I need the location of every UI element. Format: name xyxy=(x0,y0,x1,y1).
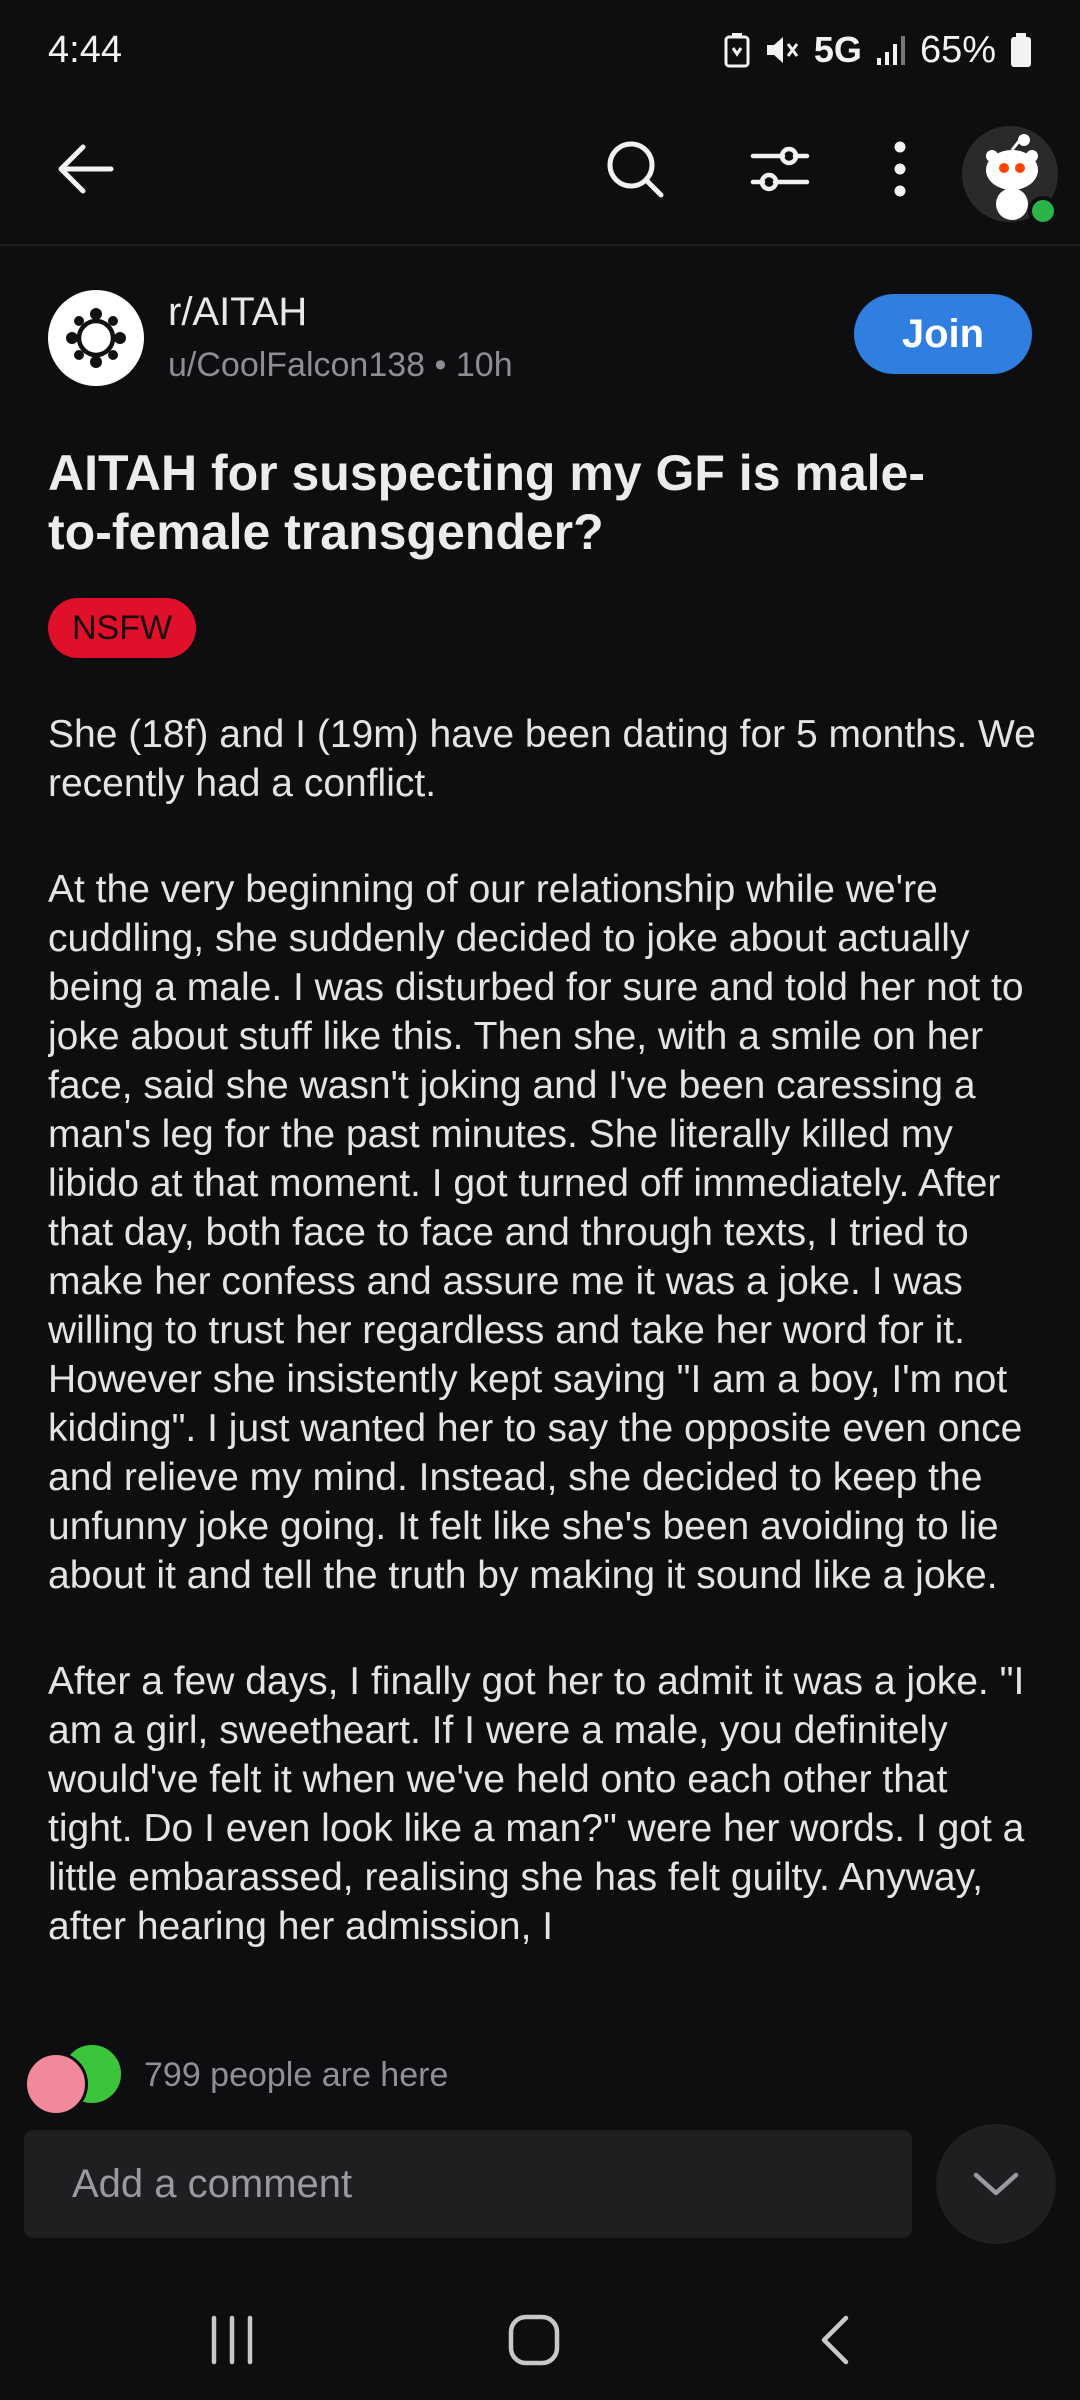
online-status-dot xyxy=(1028,196,1058,226)
chevron-left-icon xyxy=(821,2315,849,2365)
presence-count: 799 people are here xyxy=(144,2056,449,2094)
mute-icon xyxy=(764,33,800,67)
home-icon xyxy=(508,2314,560,2366)
chevron-down-icon xyxy=(973,2172,1019,2196)
status-time: 4:44 xyxy=(48,28,122,71)
comment-input[interactable]: Add a comment xyxy=(24,2130,912,2238)
post-author[interactable]: u/CoolFalcon138 xyxy=(168,346,425,384)
user-avatar-button[interactable] xyxy=(960,110,1060,226)
join-button[interactable]: Join xyxy=(854,294,1032,374)
screen: 4:44 5G 65% r/AITAH u/CoolFalcon138 • 10… xyxy=(0,0,1080,2400)
back-button[interactable] xyxy=(40,124,130,214)
post-paragraph: She (18f) and I (19m) have been dating f… xyxy=(48,713,1036,805)
post-header: r/AITAH u/CoolFalcon138 • 10h Join xyxy=(48,286,1032,396)
home-button[interactable] xyxy=(474,2290,594,2390)
post-body: She (18f) and I (19m) have been dating f… xyxy=(48,710,1038,2015)
network-type: 5G xyxy=(813,29,862,70)
battery-icon xyxy=(1010,32,1032,68)
post-meta: u/CoolFalcon138 • 10h xyxy=(168,346,513,385)
recent-apps-icon xyxy=(211,2315,253,2365)
status-bar: 4:44 5G 65% xyxy=(0,0,1080,100)
meta-separator: • xyxy=(434,346,456,384)
collapse-button[interactable] xyxy=(936,2124,1056,2244)
battery-saver-icon xyxy=(724,32,750,68)
post-paragraph: After a few days, I finally got her to a… xyxy=(48,1660,1025,1948)
more-options-button[interactable] xyxy=(860,124,940,214)
more-vertical-icon xyxy=(894,141,906,197)
search-button[interactable] xyxy=(590,124,680,214)
system-nav-bar xyxy=(0,2270,1080,2400)
subreddit-avatar[interactable] xyxy=(48,290,144,386)
search-icon xyxy=(607,141,664,198)
sliders-icon xyxy=(750,146,810,192)
filter-button[interactable] xyxy=(735,124,825,214)
recent-apps-button[interactable] xyxy=(172,2290,292,2390)
arrow-left-icon xyxy=(58,144,114,194)
subreddit-name[interactable]: r/AITAH xyxy=(168,290,307,335)
post-title: AITAH for suspecting my GF is male-to-fe… xyxy=(48,445,926,560)
presence-avatar xyxy=(24,2052,88,2116)
signal-icon xyxy=(876,34,906,66)
post-paragraph: At the very beginning of our relationshi… xyxy=(48,868,1024,1597)
presence-indicator: 799 people are here xyxy=(24,2042,724,2116)
top-app-bar xyxy=(0,100,1080,246)
status-icons: 5G 65% xyxy=(724,29,1032,72)
subreddit-logo-icon xyxy=(66,308,126,368)
system-back-button[interactable] xyxy=(776,2290,896,2390)
nsfw-badge: NSFW xyxy=(48,598,197,658)
post-age: 10h xyxy=(455,346,513,384)
battery-level: 65% xyxy=(919,28,996,71)
